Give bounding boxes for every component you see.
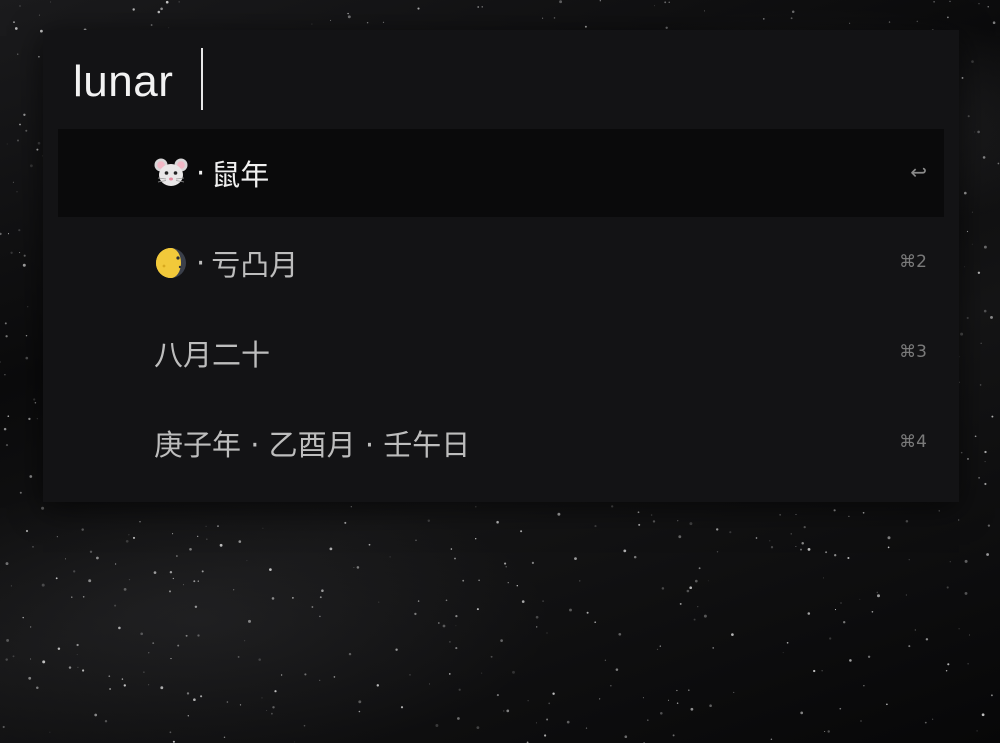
- result-label: · 亏凸月: [154, 245, 299, 282]
- search-bar[interactable]: lunar: [43, 30, 959, 130]
- result-label: · 鼠年: [154, 155, 270, 192]
- waxing-gibbous-moon-icon: [154, 246, 188, 280]
- text-caret: [201, 48, 203, 110]
- result-text: 庚子年 · 乙酉月 · 壬午日: [154, 428, 471, 462]
- rat-face-icon: [154, 156, 188, 190]
- result-label: 庚子年 · 乙酉月 · 壬午日: [154, 425, 471, 462]
- separator-dot: ·: [196, 156, 206, 190]
- result-item-moon-phase[interactable]: · 亏凸月 ⌘2: [58, 219, 944, 307]
- result-item-lunar-date[interactable]: 八月二十 ⌘3: [58, 309, 944, 397]
- launcher-window: lunar · 鼠年 ↩ · 亏凸月 ⌘2 八月二十 ⌘3 庚子年 · 乙酉月 …: [43, 30, 959, 502]
- shortcut-hint: ⌘2: [899, 252, 927, 272]
- result-text: 亏凸月: [211, 248, 299, 282]
- separator-dot: ·: [196, 246, 206, 280]
- result-text: 八月二十: [154, 338, 271, 372]
- results-list: · 鼠年 ↩ · 亏凸月 ⌘2 八月二十 ⌘3 庚子年 · 乙酉月 · 壬午日 …: [58, 129, 944, 489]
- result-text: 鼠年: [211, 158, 270, 192]
- result-label: 八月二十: [154, 335, 271, 372]
- shortcut-hint: ⌘3: [899, 342, 927, 362]
- result-item-ganzhi[interactable]: 庚子年 · 乙酉月 · 壬午日 ⌘4: [58, 399, 944, 487]
- result-item-rat-year[interactable]: · 鼠年 ↩: [58, 129, 944, 217]
- search-input[interactable]: lunar: [73, 56, 173, 108]
- shortcut-hint: ⌘4: [899, 432, 927, 452]
- return-key-hint: ↩: [910, 160, 927, 184]
